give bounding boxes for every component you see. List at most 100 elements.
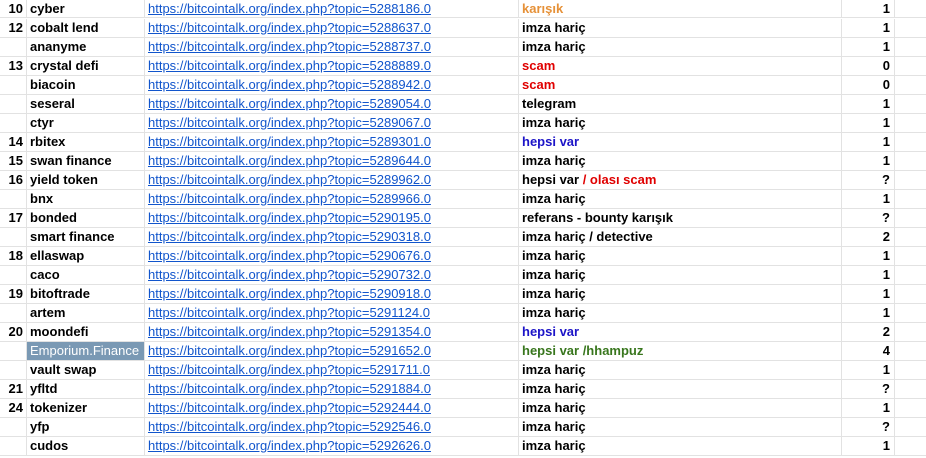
url-cell[interactable]: https://bitcointalk.org/index.php?topic=… (145, 209, 519, 228)
status-note-cell[interactable]: imza hariç (519, 38, 842, 57)
url-cell[interactable]: https://bitcointalk.org/index.php?topic=… (145, 380, 519, 399)
url-cell[interactable]: https://bitcointalk.org/index.php?topic=… (145, 285, 519, 304)
project-name-cell[interactable]: cobalt lend (27, 19, 145, 38)
status-note-cell[interactable]: imza hariç (519, 380, 842, 399)
row-number-cell[interactable]: 18 (0, 247, 27, 266)
empty-cell[interactable] (895, 19, 926, 38)
topic-link[interactable]: https://bitcointalk.org/index.php?topic=… (148, 134, 431, 149)
topic-link[interactable]: https://bitcointalk.org/index.php?topic=… (148, 191, 431, 206)
count-cell[interactable]: 1 (842, 38, 895, 57)
count-cell[interactable]: 2 (842, 323, 895, 342)
empty-cell[interactable] (895, 76, 926, 95)
row-number-cell[interactable] (0, 95, 27, 114)
topic-link[interactable]: https://bitcointalk.org/index.php?topic=… (148, 248, 431, 263)
row-number-cell[interactable]: 10 (0, 0, 27, 18)
row-number-cell[interactable] (0, 266, 27, 285)
topic-link[interactable]: https://bitcointalk.org/index.php?topic=… (148, 172, 431, 187)
empty-cell[interactable] (895, 361, 926, 380)
topic-link[interactable]: https://bitcointalk.org/index.php?topic=… (148, 343, 431, 358)
topic-link[interactable]: https://bitcointalk.org/index.php?topic=… (148, 153, 431, 168)
url-cell[interactable]: https://bitcointalk.org/index.php?topic=… (145, 95, 519, 114)
empty-cell[interactable] (895, 0, 926, 18)
status-note-cell[interactable]: imza hariç (519, 361, 842, 380)
row-number-cell[interactable] (0, 114, 27, 133)
count-cell[interactable]: 1 (842, 133, 895, 152)
url-cell[interactable]: https://bitcointalk.org/index.php?topic=… (145, 304, 519, 323)
row-number-cell[interactable]: 16 (0, 171, 27, 190)
project-name-cell[interactable]: cudos (27, 437, 145, 456)
empty-cell[interactable] (895, 418, 926, 437)
count-cell[interactable]: 1 (842, 266, 895, 285)
empty-cell[interactable] (895, 95, 926, 114)
empty-cell[interactable] (895, 190, 926, 209)
project-name-cell[interactable]: cyber (27, 0, 145, 18)
topic-link[interactable]: https://bitcointalk.org/index.php?topic=… (148, 267, 431, 282)
url-cell[interactable]: https://bitcointalk.org/index.php?topic=… (145, 152, 519, 171)
project-name-cell[interactable]: vault swap (27, 361, 145, 380)
empty-cell[interactable] (895, 209, 926, 228)
count-cell[interactable]: ? (842, 418, 895, 437)
topic-link[interactable]: https://bitcointalk.org/index.php?topic=… (148, 229, 431, 244)
count-cell[interactable]: 0 (842, 76, 895, 95)
row-number-cell[interactable] (0, 437, 27, 456)
project-name-cell[interactable]: seseral (27, 95, 145, 114)
count-cell[interactable]: ? (842, 380, 895, 399)
project-name-cell[interactable]: biacoin (27, 76, 145, 95)
topic-link[interactable]: https://bitcointalk.org/index.php?topic=… (148, 1, 431, 16)
url-cell[interactable]: https://bitcointalk.org/index.php?topic=… (145, 57, 519, 76)
row-number-cell[interactable]: 21 (0, 380, 27, 399)
project-name-cell[interactable]: artem (27, 304, 145, 323)
url-cell[interactable]: https://bitcointalk.org/index.php?topic=… (145, 114, 519, 133)
topic-link[interactable]: https://bitcointalk.org/index.php?topic=… (148, 115, 431, 130)
project-name-cell[interactable]: ananyme (27, 38, 145, 57)
count-cell[interactable]: 1 (842, 304, 895, 323)
topic-link[interactable]: https://bitcointalk.org/index.php?topic=… (148, 58, 431, 73)
status-note-cell[interactable]: imza hariç (519, 437, 842, 456)
row-number-cell[interactable]: 24 (0, 399, 27, 418)
status-note-cell[interactable]: telegram (519, 95, 842, 114)
count-cell[interactable]: 1 (842, 285, 895, 304)
project-name-cell[interactable]: bonded (27, 209, 145, 228)
status-note-cell[interactable]: hepsi var (519, 323, 842, 342)
topic-link[interactable]: https://bitcointalk.org/index.php?topic=… (148, 286, 431, 301)
count-cell[interactable]: 1 (842, 114, 895, 133)
project-name-cell[interactable]: crystal defi (27, 57, 145, 76)
url-cell[interactable]: https://bitcointalk.org/index.php?topic=… (145, 19, 519, 38)
empty-cell[interactable] (895, 304, 926, 323)
topic-link[interactable]: https://bitcointalk.org/index.php?topic=… (148, 20, 431, 35)
empty-cell[interactable] (895, 323, 926, 342)
status-note-cell[interactable]: imza hariç (519, 418, 842, 437)
count-cell[interactable]: 1 (842, 0, 895, 18)
topic-link[interactable]: https://bitcointalk.org/index.php?topic=… (148, 39, 431, 54)
topic-link[interactable]: https://bitcointalk.org/index.php?topic=… (148, 400, 431, 415)
url-cell[interactable]: https://bitcointalk.org/index.php?topic=… (145, 171, 519, 190)
url-cell[interactable]: https://bitcointalk.org/index.php?topic=… (145, 266, 519, 285)
count-cell[interactable]: 1 (842, 361, 895, 380)
project-name-cell[interactable]: ellaswap (27, 247, 145, 266)
status-note-cell[interactable]: imza hariç (519, 19, 842, 38)
status-note-cell[interactable]: imza hariç / detective (519, 228, 842, 247)
topic-link[interactable]: https://bitcointalk.org/index.php?topic=… (148, 438, 431, 453)
project-name-cell[interactable]: swan finance (27, 152, 145, 171)
empty-cell[interactable] (895, 266, 926, 285)
count-cell[interactable]: 2 (842, 228, 895, 247)
status-note-cell[interactable]: imza hariç (519, 190, 842, 209)
empty-cell[interactable] (895, 171, 926, 190)
row-number-cell[interactable]: 19 (0, 285, 27, 304)
topic-link[interactable]: https://bitcointalk.org/index.php?topic=… (148, 362, 430, 377)
topic-link[interactable]: https://bitcointalk.org/index.php?topic=… (148, 381, 431, 396)
empty-cell[interactable] (895, 399, 926, 418)
empty-cell[interactable] (895, 38, 926, 57)
empty-cell[interactable] (895, 57, 926, 76)
project-name-cell[interactable]: caco (27, 266, 145, 285)
empty-cell[interactable] (895, 342, 926, 361)
status-note-cell[interactable]: imza hariç (519, 247, 842, 266)
status-note-cell[interactable]: referans - bounty karışık (519, 209, 842, 228)
count-cell[interactable]: ? (842, 209, 895, 228)
project-name-cell-selected[interactable]: Emporium.Finance (27, 342, 145, 361)
project-name-cell[interactable]: yfltd (27, 380, 145, 399)
project-name-cell[interactable]: tokenizer (27, 399, 145, 418)
project-name-cell[interactable]: smart finance (27, 228, 145, 247)
url-cell[interactable]: https://bitcointalk.org/index.php?topic=… (145, 76, 519, 95)
url-cell[interactable]: https://bitcointalk.org/index.php?topic=… (145, 361, 519, 380)
